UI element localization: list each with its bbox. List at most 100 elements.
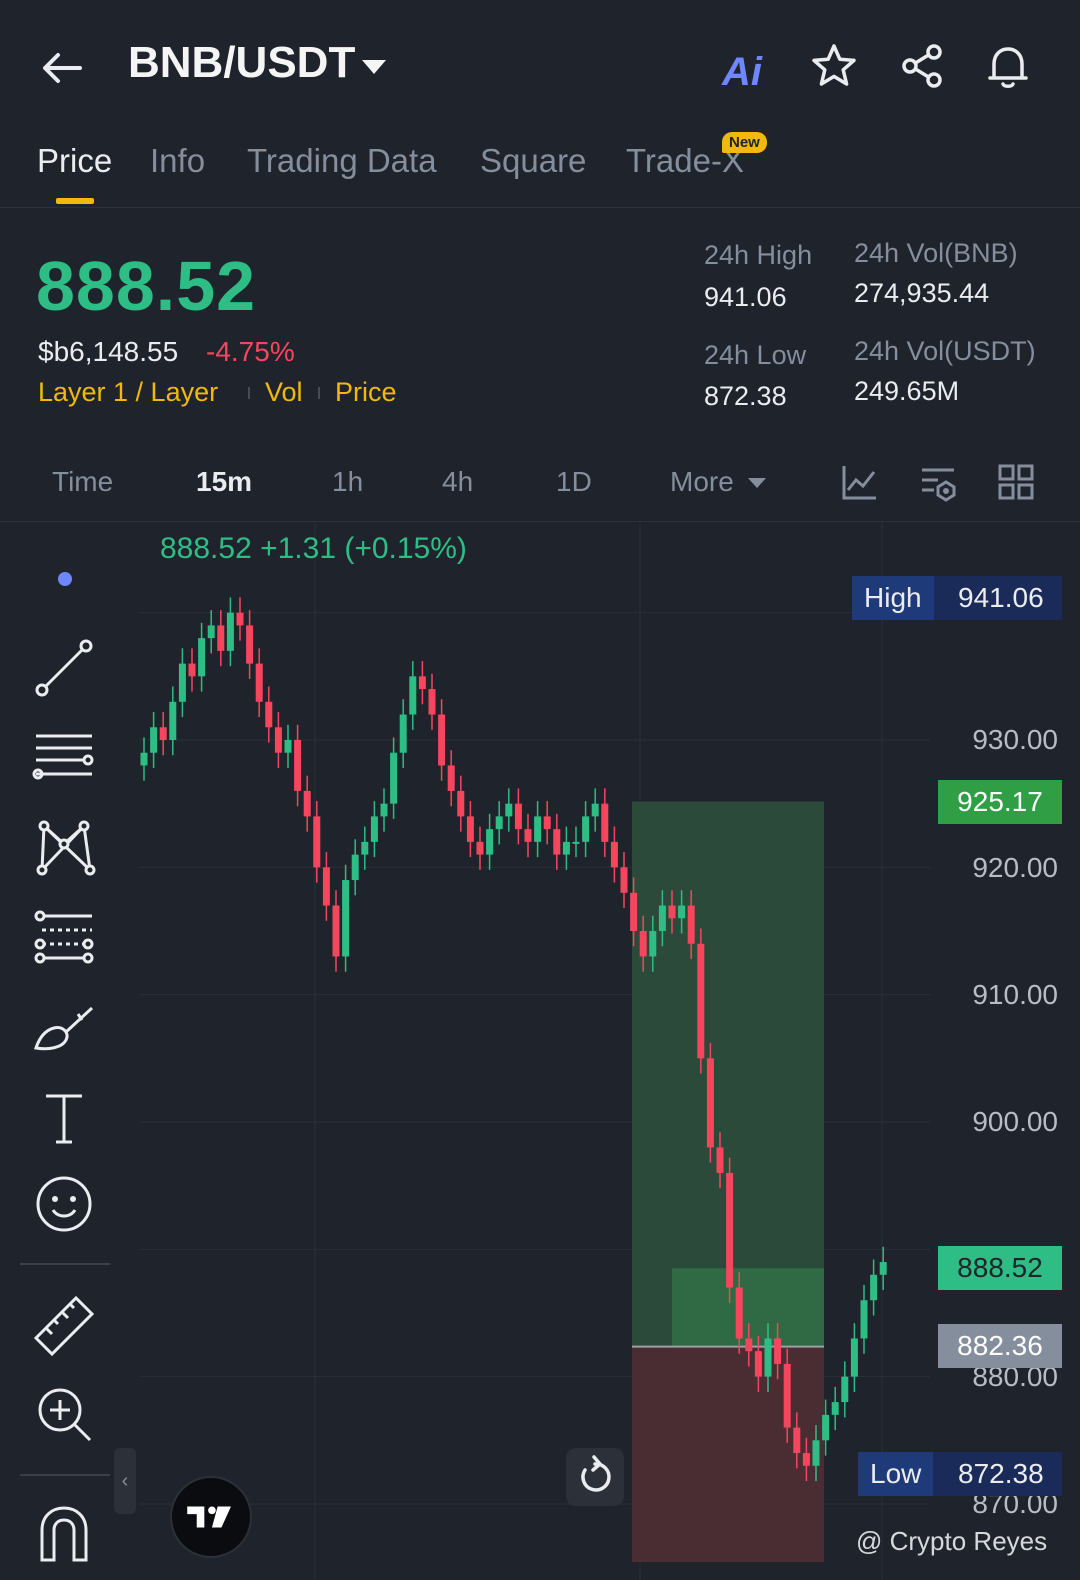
- interval-4h[interactable]: 4h: [442, 466, 473, 498]
- ruler-icon[interactable]: [32, 1294, 96, 1358]
- fibonacci-icon[interactable]: [32, 906, 96, 970]
- candle-body: [188, 663, 196, 677]
- candle-body: [735, 1287, 743, 1339]
- horizontal-lines-icon[interactable]: [32, 726, 96, 790]
- bell-icon[interactable]: [982, 40, 1034, 92]
- interval-time[interactable]: Time: [52, 466, 113, 498]
- candle-body: [572, 841, 580, 844]
- candle-body: [870, 1274, 878, 1301]
- tag-vol[interactable]: Vol: [265, 377, 303, 408]
- more-dropdown-icon[interactable]: [748, 478, 766, 488]
- candle-body: [841, 1376, 849, 1403]
- candle-body: [706, 1058, 714, 1148]
- candle-body: [178, 663, 186, 702]
- pattern-tool-icon[interactable]: [32, 816, 96, 880]
- candle-body: [274, 727, 282, 753]
- collapse-toolbar-button[interactable]: ‹: [114, 1448, 136, 1514]
- profit-fill-zone: [672, 1268, 824, 1347]
- interval-15m[interactable]: 15m: [196, 466, 252, 498]
- candle-body: [447, 765, 455, 791]
- candle-body: [409, 676, 417, 715]
- selected-tool-dot: [58, 572, 72, 586]
- candle-body: [332, 905, 340, 957]
- candle-body: [745, 1338, 753, 1352]
- candle-body: [255, 663, 263, 702]
- candle-body: [553, 829, 561, 855]
- candle-body: [342, 880, 350, 957]
- low-label: 24h Low: [704, 340, 807, 370]
- back-arrow-icon[interactable]: [38, 44, 86, 92]
- star-icon[interactable]: [808, 40, 860, 92]
- candle-body: [313, 816, 321, 868]
- tab-square[interactable]: Square: [480, 142, 586, 180]
- candle-body: [169, 701, 177, 740]
- top-bar: BNB/USDT Ai: [0, 0, 1080, 130]
- axis-label: 900.00: [972, 1106, 1058, 1137]
- candle-body: [303, 790, 311, 817]
- stop-loss-zone: [632, 1346, 824, 1562]
- chart-settings-icon[interactable]: [918, 462, 958, 502]
- axis-label: 910.00: [972, 979, 1058, 1010]
- candle-body: [495, 816, 503, 830]
- last-price: 888.52: [36, 247, 257, 325]
- candle-body: [630, 892, 638, 931]
- interval-more[interactable]: More: [670, 466, 734, 498]
- candle-body: [294, 740, 302, 791]
- candle-body: [582, 816, 590, 842]
- low-tag-value: 872.38: [958, 1458, 1044, 1489]
- tag-separator: [248, 387, 250, 399]
- section-tabs: Price Info Trading Data Square Trade-X N…: [0, 130, 1080, 208]
- high-value: 941.06: [704, 282, 787, 312]
- interval-1d[interactable]: 1D: [556, 466, 592, 498]
- candle-body: [226, 612, 234, 651]
- tag-layer[interactable]: Layer 1 / Layer: [38, 377, 218, 408]
- candle-body: [860, 1300, 868, 1339]
- candle-body: [380, 803, 388, 817]
- tab-trading-data[interactable]: Trading Data: [247, 142, 437, 180]
- share-icon[interactable]: [896, 40, 948, 92]
- candle-body: [457, 790, 465, 817]
- candle-body: [390, 752, 398, 804]
- pair-dropdown-icon[interactable]: [362, 60, 386, 74]
- chart-area[interactable]: 888.52 +1.31 (+0.15%) ‹ 930.00 920.00 91…: [0, 522, 1080, 1580]
- candle-body: [486, 829, 494, 855]
- candle-body: [418, 676, 426, 690]
- candle-body: [697, 943, 705, 1059]
- brush-icon[interactable]: [32, 996, 96, 1060]
- tab-price[interactable]: Price: [37, 142, 112, 180]
- candle-body: [198, 638, 206, 677]
- candle-body: [754, 1351, 762, 1377]
- candle-body: [246, 625, 254, 664]
- tab-info[interactable]: Info: [150, 142, 205, 180]
- vol-base-label: 24h Vol(BNB): [854, 238, 1018, 268]
- candle-body: [783, 1363, 791, 1428]
- candle-body: [774, 1338, 782, 1364]
- magnet-icon[interactable]: [32, 1500, 96, 1564]
- candle-body: [150, 727, 158, 753]
- candle-body: [217, 625, 225, 651]
- candle-body: [764, 1338, 772, 1377]
- layout-grid-icon[interactable]: [996, 462, 1036, 502]
- candle-body: [543, 816, 551, 830]
- pair-title[interactable]: BNB/USDT: [128, 38, 355, 88]
- interval-1h[interactable]: 1h: [332, 466, 363, 498]
- candle-body: [370, 816, 378, 842]
- zoom-in-icon[interactable]: [32, 1382, 96, 1446]
- candle-body: [351, 854, 359, 881]
- new-badge: New: [722, 132, 767, 153]
- high-label: 24h High: [704, 240, 813, 270]
- candle-body: [236, 612, 244, 626]
- ai-assistant-icon[interactable]: Ai: [722, 50, 762, 95]
- trend-line-icon[interactable]: [32, 636, 96, 700]
- candle-body: [639, 930, 647, 957]
- reset-chart-icon[interactable]: [566, 1448, 624, 1506]
- vol-quote-value: 249.65M: [854, 376, 960, 406]
- text-tool-icon[interactable]: [32, 1086, 96, 1150]
- emoji-icon[interactable]: [32, 1172, 96, 1236]
- low-value: 872.38: [704, 381, 787, 411]
- candle-body: [428, 689, 436, 715]
- indicator-chart-icon[interactable]: [840, 462, 880, 502]
- candlestick-chart[interactable]: [0, 522, 1080, 1580]
- low-tag-label: Low: [858, 1452, 934, 1496]
- tag-price[interactable]: Price: [335, 377, 397, 408]
